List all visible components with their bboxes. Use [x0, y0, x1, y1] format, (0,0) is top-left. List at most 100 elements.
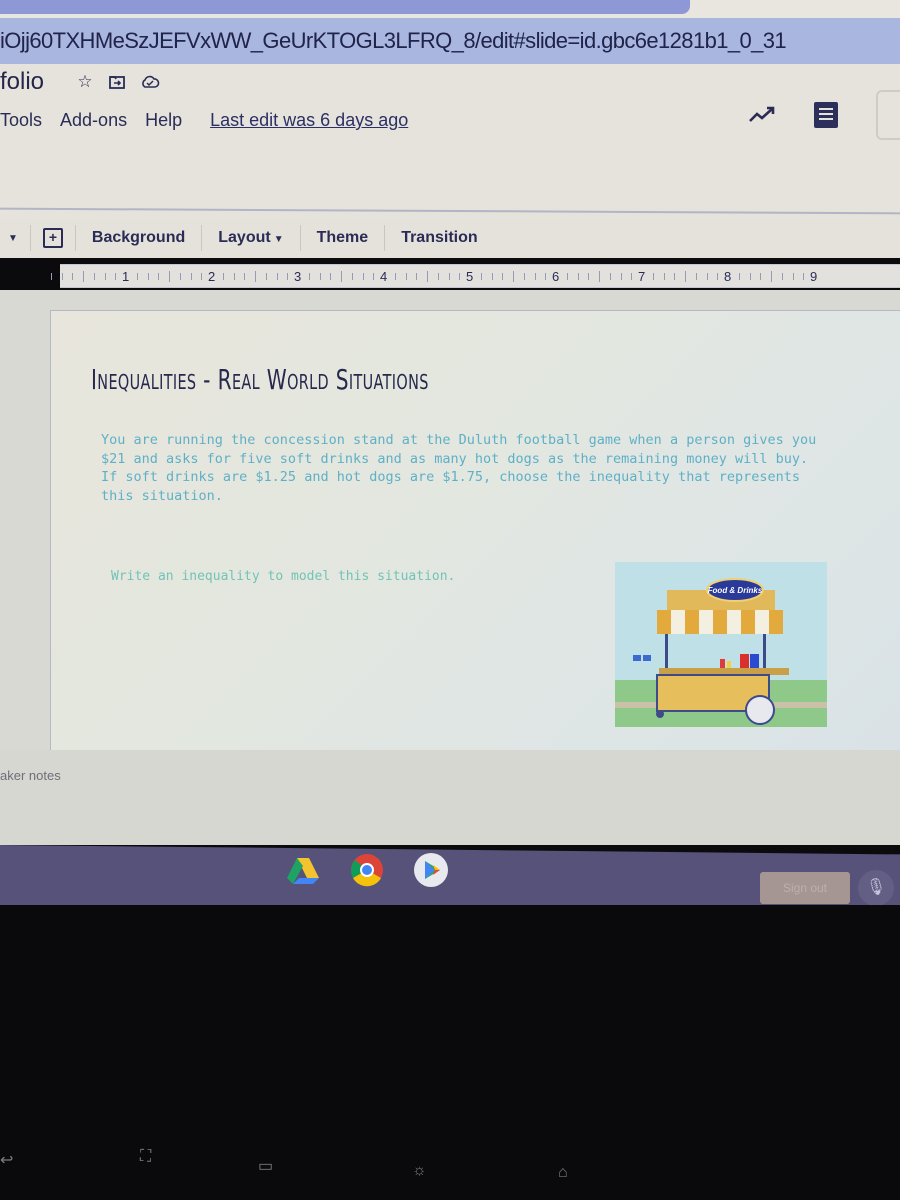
move-to-folder-icon[interactable]: [108, 73, 126, 91]
ruler-mark: [233, 273, 235, 280]
sign-out-button[interactable]: Sign out: [760, 872, 850, 904]
ruler-tick-label: 9: [810, 269, 818, 284]
ruler-mark: [255, 271, 256, 282]
brightness-up-key-icon: ⌂: [558, 1164, 568, 1181]
shelf-apps: [285, 852, 449, 888]
brightness-down-key-icon: ☼: [412, 1162, 427, 1179]
last-edit-link[interactable]: Last edit was 6 days ago: [210, 110, 408, 131]
ruler-mark: [61, 273, 63, 280]
play-store-icon[interactable]: [413, 852, 449, 888]
ruler-mark: [362, 273, 364, 280]
active-tab[interactable]: [0, 0, 690, 14]
ruler-mark: [244, 273, 246, 280]
overview-key-icon: ▭: [258, 1158, 274, 1175]
ruler-mark: [373, 273, 375, 280]
ruler-mark: [631, 273, 633, 280]
theme-button[interactable]: Theme: [317, 229, 369, 247]
ruler-mark: [792, 273, 794, 280]
menu-bar: Tools Add-ons Help Last edit was 6 days …: [0, 110, 408, 131]
ruler-mark: [588, 273, 590, 280]
ruler-mark: [276, 273, 278, 280]
ruler-mark: [308, 273, 310, 280]
chevron-down-icon: ▼: [273, 234, 284, 245]
horizontal-ruler[interactable]: 1 2 3 4 5 6 7 8 9: [50, 264, 900, 288]
ruler-mark: [319, 273, 321, 280]
ruler-tick-label: 6: [552, 269, 560, 284]
ruler-mark: [803, 273, 805, 280]
layout-button[interactable]: Layout ▼: [218, 229, 283, 247]
awning: [657, 610, 783, 634]
speaker-notes[interactable]: aker notes: [0, 750, 900, 845]
ruler-mark: [136, 273, 138, 280]
activity-icon[interactable]: [748, 105, 776, 125]
ruler-mark: [158, 273, 160, 280]
ruler-mark: [523, 273, 525, 280]
menu-add-ons[interactable]: Add-ons: [60, 110, 127, 131]
microphone-icon[interactable]: 🎙: [858, 870, 894, 906]
toolbar-divider: [29, 225, 31, 251]
ruler-tick-label: 4: [380, 269, 388, 284]
ruler-mark: [545, 273, 547, 280]
transition-button[interactable]: Transition: [401, 229, 477, 247]
speaker-notes-label: aker notes: [0, 768, 61, 783]
ruler-mark: [760, 273, 762, 280]
ruler-mark: [599, 271, 600, 282]
ruler-mark: [771, 271, 772, 282]
ruler-mark: [83, 271, 84, 282]
ruler-mark: [93, 273, 95, 280]
ruler-mark: [179, 273, 181, 280]
ruler-mark: [620, 273, 622, 280]
ruler-mark: [222, 273, 224, 280]
document-title[interactable]: folio: [0, 68, 44, 96]
toolbar-divider: [74, 225, 76, 251]
ruler-tick-label: 2: [208, 269, 216, 284]
star-icon[interactable]: ☆: [76, 73, 94, 91]
ruler-tick-label: 3: [294, 269, 302, 284]
chrome-icon[interactable]: [349, 852, 385, 888]
background-button[interactable]: Background: [92, 229, 185, 247]
toolbar-divider: [201, 225, 203, 251]
food-cart-image[interactable]: Food & Drinks: [615, 562, 827, 727]
address-bar[interactable]: iOjj60TXHMeSzJEFVxWW_GeUrKTOGL3LFRQ_8/ed…: [0, 18, 900, 64]
menu-help[interactable]: Help: [145, 110, 182, 131]
ruler-mark: [685, 271, 686, 282]
ruler-mark: [287, 273, 289, 280]
add-comment-icon[interactable]: +: [42, 228, 63, 248]
google-drive-icon[interactable]: [285, 852, 321, 888]
slide-body-text[interactable]: You are running the concession stand at …: [101, 431, 831, 505]
ruler-mark: [513, 271, 514, 282]
ruler-mark: [738, 273, 740, 280]
ruler-tick-label: 8: [724, 269, 732, 284]
ruler-mark: [717, 273, 719, 280]
ruler-mark: [201, 273, 203, 280]
header-right-icons: [748, 90, 900, 140]
present-button[interactable]: [876, 90, 900, 140]
toolbar: ▼ + Background Layout ▼ Theme Transition: [0, 218, 900, 258]
ruler-mark: [652, 273, 654, 280]
ruler-mark: [674, 273, 676, 280]
ruler-mark: [50, 273, 52, 280]
slide-prompt-text[interactable]: Write an inequality to model this situat…: [111, 569, 455, 584]
ruler-mark: [695, 273, 697, 280]
ruler-mark: [330, 273, 332, 280]
ruler-mark: [502, 273, 504, 280]
url-text[interactable]: iOjj60TXHMeSzJEFVxWW_GeUrKTOGL3LFRQ_8/ed…: [0, 28, 787, 54]
chevron-down-icon[interactable]: ▼: [8, 233, 18, 244]
slide-title[interactable]: Inequalities - Real World Situations: [91, 363, 429, 396]
cloud-saved-icon[interactable]: [140, 73, 160, 91]
ruler-mark: [427, 271, 428, 282]
title-icons: ☆: [76, 73, 160, 91]
ruler-tick-label: 1: [122, 269, 130, 284]
ruler-mark: [190, 273, 192, 280]
fullscreen-key-icon: ⛶: [140, 1148, 152, 1165]
ruler-mark: [663, 273, 665, 280]
ruler-mark: [609, 273, 611, 280]
ruler-mark: [265, 273, 267, 280]
ruler-mark: [448, 273, 450, 280]
cart-sign-text: Food & Drinks: [708, 586, 763, 595]
menu-tools[interactable]: Tools: [0, 110, 42, 131]
ruler-mark: [169, 271, 170, 282]
ruler-mark: [577, 273, 579, 280]
ruler-mark: [480, 273, 482, 280]
comments-icon[interactable]: [814, 102, 838, 128]
